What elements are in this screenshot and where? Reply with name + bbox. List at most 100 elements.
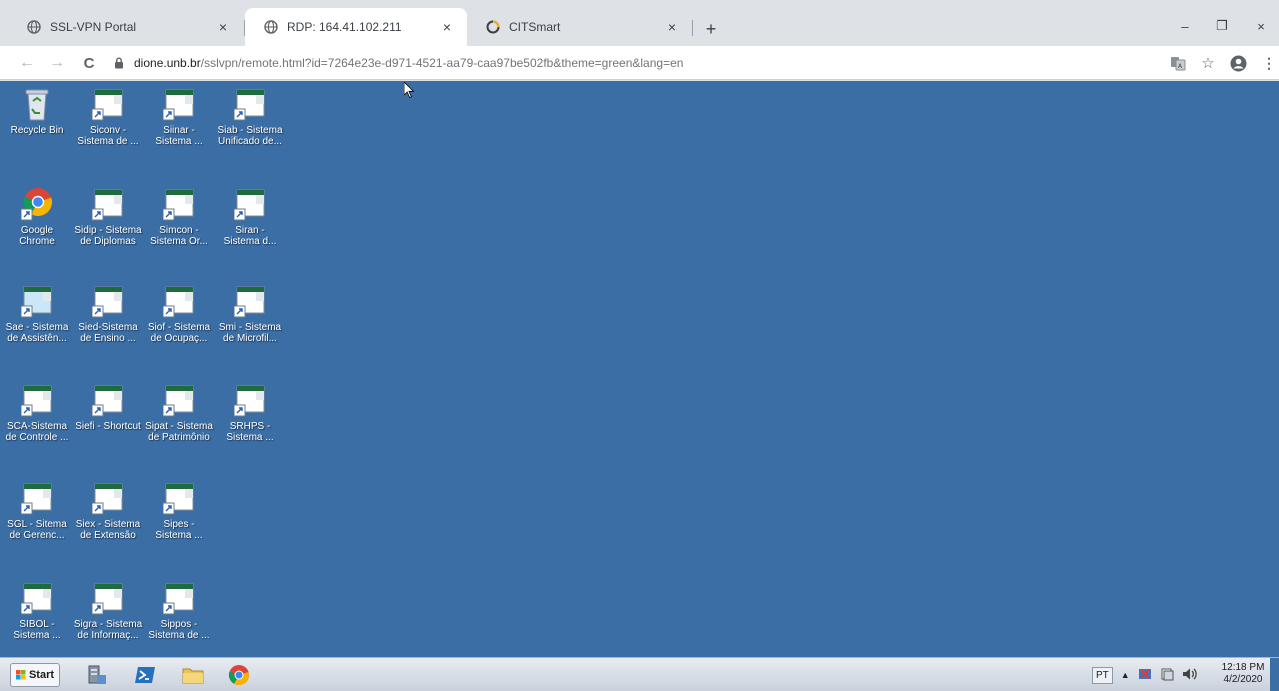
start-button[interactable]: Start [10,663,60,687]
translate-icon[interactable]: A [1167,52,1189,74]
desktop-icon[interactable]: Siof - Sistema de Ocupaç... [143,278,215,368]
application-shortcut-icon [162,481,195,515]
desktop-icon-label: de Assistên... [7,333,67,344]
desktop-icon-label: Google [20,225,54,236]
tab-rdp[interactable]: RDP: 164.41.102.211 × [245,8,467,46]
mouse-cursor-icon [403,81,415,103]
powershell-icon[interactable] [132,662,158,688]
window-close-button[interactable]: × [1246,14,1276,38]
desktop-icon-label: Siconv - [89,125,127,136]
tab-close-button[interactable]: × [213,17,233,37]
tab-close-button[interactable]: × [662,17,682,37]
application-shortcut-icon [91,581,124,615]
desktop-icon-label: de Patrimônio [148,432,210,443]
clock-date: 4/2/2020 [1223,674,1263,685]
desktop-icon[interactable]: Siex - Sistema de Extensão [72,475,144,565]
desktop-icon-label: de Informaç... [77,630,139,641]
desktop-icon[interactable]: Sae - Sistema de Assistên... [1,278,73,368]
desktop-icon[interactable]: Siab - Sistema Unificado de... [214,81,286,171]
desktop-icon-label: Sistema de ... [77,136,139,147]
desktop-icon-label: de Ensino ... [80,333,136,344]
lock-icon [112,56,126,70]
desktop-icon[interactable]: Smi - Sistema de Microfil... [214,278,286,368]
desktop-icon-label: Siex - Sistema [75,519,141,530]
action-center-icon[interactable] [1160,667,1174,684]
desktop-icon-label: Sied-Sistema [78,322,138,333]
desktop-icon-label: Siof - Sistema [147,322,211,333]
restore-button[interactable]: ❐ [1207,14,1237,38]
application-shortcut-icon [20,481,53,515]
desktop-icon[interactable]: Recycle Bin [1,81,73,171]
tab-title: CITSmart [509,20,561,34]
new-tab-button[interactable]: + [700,18,722,40]
desktop-icon[interactable]: Sipat - Sistema de Patrimônio [143,377,215,467]
file-explorer-icon[interactable] [180,662,206,688]
reload-button[interactable]: C [78,52,100,74]
tab-citsmart[interactable]: CITSmart × [467,8,692,46]
desktop-icon-label: Sistema ... [13,630,61,641]
chrome-icon [20,187,53,221]
desktop-icon-label: Siinar - [163,125,195,136]
desktop-icon[interactable]: SCA-Sistema de Controle ... [1,377,73,467]
desktop-icon-label: de Ocupaç... [150,333,208,344]
language-indicator[interactable]: PT [1092,666,1113,684]
desktop-icon[interactable]: Sigra - Sistema de Informaç... [72,575,144,665]
desktop-icon[interactable]: SGL - Sitema de Gerenc... [1,475,73,565]
desktop-icon[interactable]: Siran - Sistema d... [214,181,286,271]
minimize-button[interactable]: – [1170,14,1200,38]
desktop-icon[interactable]: Siconv - Sistema de ... [72,81,144,171]
tab-close-button[interactable]: × [437,17,457,37]
menu-icon[interactable]: ⋮ [1258,52,1279,74]
desktop-icon[interactable]: Sippos - Sistema de ... [143,575,215,665]
desktop-icon[interactable]: SRHPS - Sistema ... [214,377,286,467]
desktop-icon-label: de Microfil... [223,333,277,344]
desktop-icon[interactable]: Google Chrome [1,181,73,271]
desktop-icon-label: Chrome [19,236,55,247]
application-shortcut-icon [91,87,124,121]
system-tray: PT ▲ [1092,663,1198,687]
desktop-icon[interactable]: Siefi - Shortcut [72,377,144,467]
application-shortcut-icon [20,284,53,318]
desktop-icon[interactable]: Sied-Sistema de Ensino ... [72,278,144,368]
desktop-icon-label: Sistema d... [223,236,277,247]
network-flag-icon[interactable] [1138,667,1152,684]
desktop-icon-label: de Extensão [80,530,136,541]
application-shortcut-icon [233,284,266,318]
taskbar-clock[interactable]: 12:18 PM 4/2/2020 [1218,662,1268,686]
desktop-icon[interactable]: Sipes - Sistema ... [143,475,215,565]
application-shortcut-icon [162,581,195,615]
desktop-icon-label: Sipes - [163,519,195,530]
forward-button[interactable]: → [46,52,68,74]
desktop-icon[interactable]: Simcon - Sistema Or... [143,181,215,271]
desktop-icon[interactable]: SIBOL - Sistema ... [1,575,73,665]
application-shortcut-icon [91,383,124,417]
desktop-icon-label: de Controle ... [5,432,69,443]
tab-title: SSL-VPN Portal [50,20,137,34]
desktop-icon-label: Siab - Sistema [217,125,283,136]
url-host: dione.unb.br [134,56,201,70]
desktop-icon-label: SIBOL - [19,619,55,630]
back-button[interactable]: ← [16,52,38,74]
account-icon[interactable] [1227,52,1249,74]
tray-expand-icon[interactable]: ▲ [1121,670,1130,680]
desktop-icon-label: Sistema de ... [148,630,210,641]
clock-time: 12:18 PM [1221,662,1265,673]
application-shortcut-icon [162,383,195,417]
show-desktop-button[interactable] [1270,658,1279,691]
desktop-icon[interactable]: Sidip - Sistema de Diplomas [72,181,144,271]
desktop-icon[interactable]: Siinar - Sistema ... [143,81,215,171]
globe-icon [26,19,42,35]
desktop-icon-label: Sae - Sistema [5,322,69,333]
server-manager-icon[interactable] [84,662,110,688]
browser-toolbar: ← → C dione.unb.br/sslvpn/remote.html?id… [0,46,1279,80]
tab-ssl-vpn-portal[interactable]: SSL-VPN Portal × [8,8,243,46]
desktop-icon-label: Sigra - Sistema [73,619,143,630]
remote-desktop[interactable]: Recycle Bin Siconv - Sistema de ... Siinar … [0,81,1279,657]
chrome-icon[interactable] [226,662,252,688]
volume-icon[interactable] [1182,667,1198,684]
desktop-icon-label: Unificado de... [218,136,282,147]
address-bar[interactable]: dione.unb.br/sslvpn/remote.html?id=7264e… [112,51,1112,75]
bookmark-star-icon[interactable]: ☆ [1197,52,1219,74]
desktop-icon-label: de Gerenc... [9,530,65,541]
citsmart-logo-icon [485,19,501,35]
